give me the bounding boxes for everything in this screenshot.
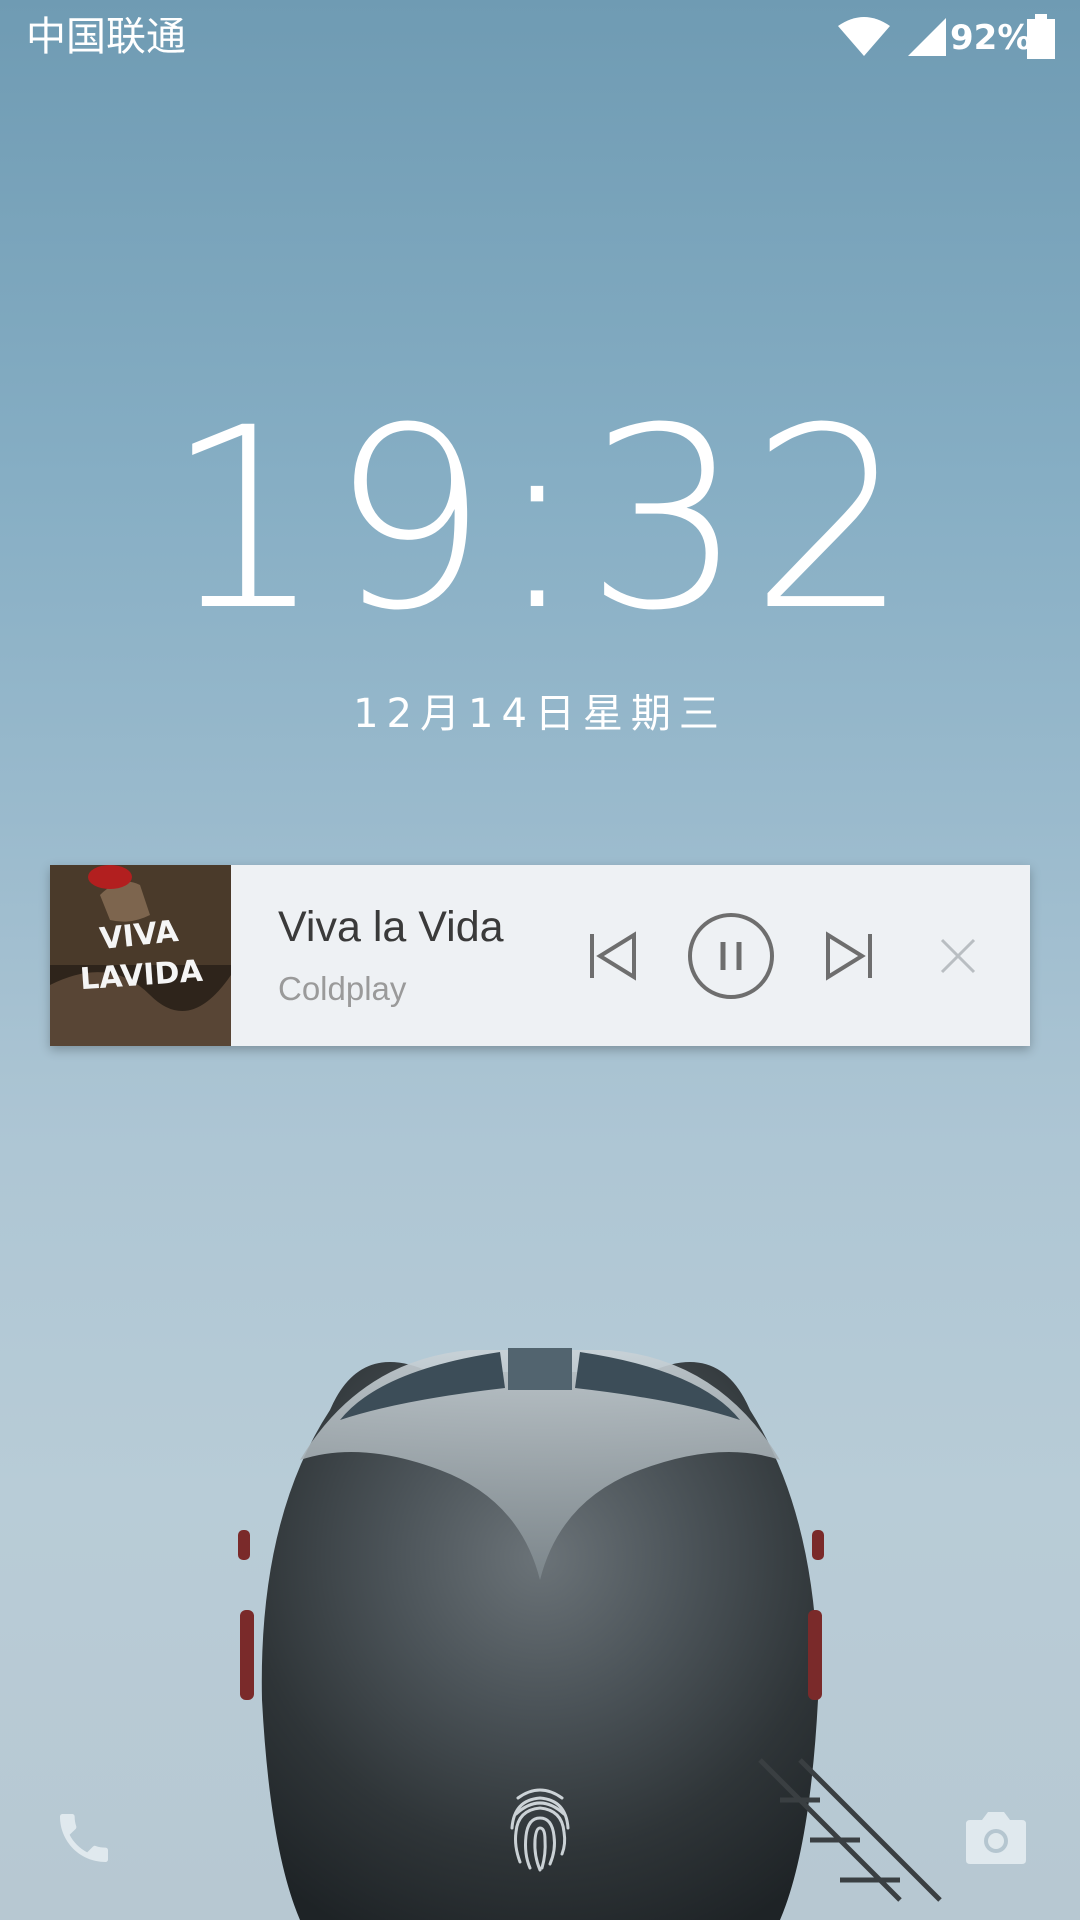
song-artist: Coldplay bbox=[278, 970, 407, 1007]
lockscreen-clock: 19:32 bbox=[164, 374, 916, 665]
pause-icon bbox=[688, 912, 774, 999]
close-notification-button[interactable] bbox=[928, 865, 988, 1046]
battery-icon bbox=[1027, 14, 1055, 59]
album-art: VIVA LAVIDA bbox=[50, 865, 231, 1046]
cell-signal-icon bbox=[908, 18, 946, 56]
phone-icon bbox=[60, 1814, 108, 1862]
phone-shortcut[interactable] bbox=[52, 1806, 116, 1870]
next-track-button[interactable] bbox=[812, 865, 884, 1046]
camera-shortcut[interactable] bbox=[964, 1806, 1028, 1866]
previous-track-button[interactable] bbox=[578, 865, 650, 1046]
song-title: Viva la Vida bbox=[278, 903, 504, 951]
camera-icon bbox=[966, 1812, 1026, 1864]
fingerprint-icon bbox=[510, 1788, 570, 1872]
carrier-name: 中国联通 bbox=[26, 14, 186, 60]
skip-previous-icon bbox=[590, 930, 636, 981]
battery-percent: 92% bbox=[950, 18, 1032, 58]
pause-button[interactable] bbox=[686, 865, 776, 1046]
wifi-icon bbox=[838, 17, 890, 56]
status-bar: 中国联通 92% bbox=[0, 0, 1080, 76]
fingerprint-sensor[interactable] bbox=[504, 1784, 576, 1874]
lockscreen-date: 12月14日星期三 bbox=[353, 691, 727, 737]
close-icon bbox=[940, 938, 976, 973]
album-art-image: VIVA LAVIDA bbox=[50, 865, 231, 1046]
media-notification[interactable]: VIVA LAVIDA Viva la Vida Coldplay bbox=[50, 865, 1030, 1046]
skip-next-icon bbox=[826, 930, 872, 981]
